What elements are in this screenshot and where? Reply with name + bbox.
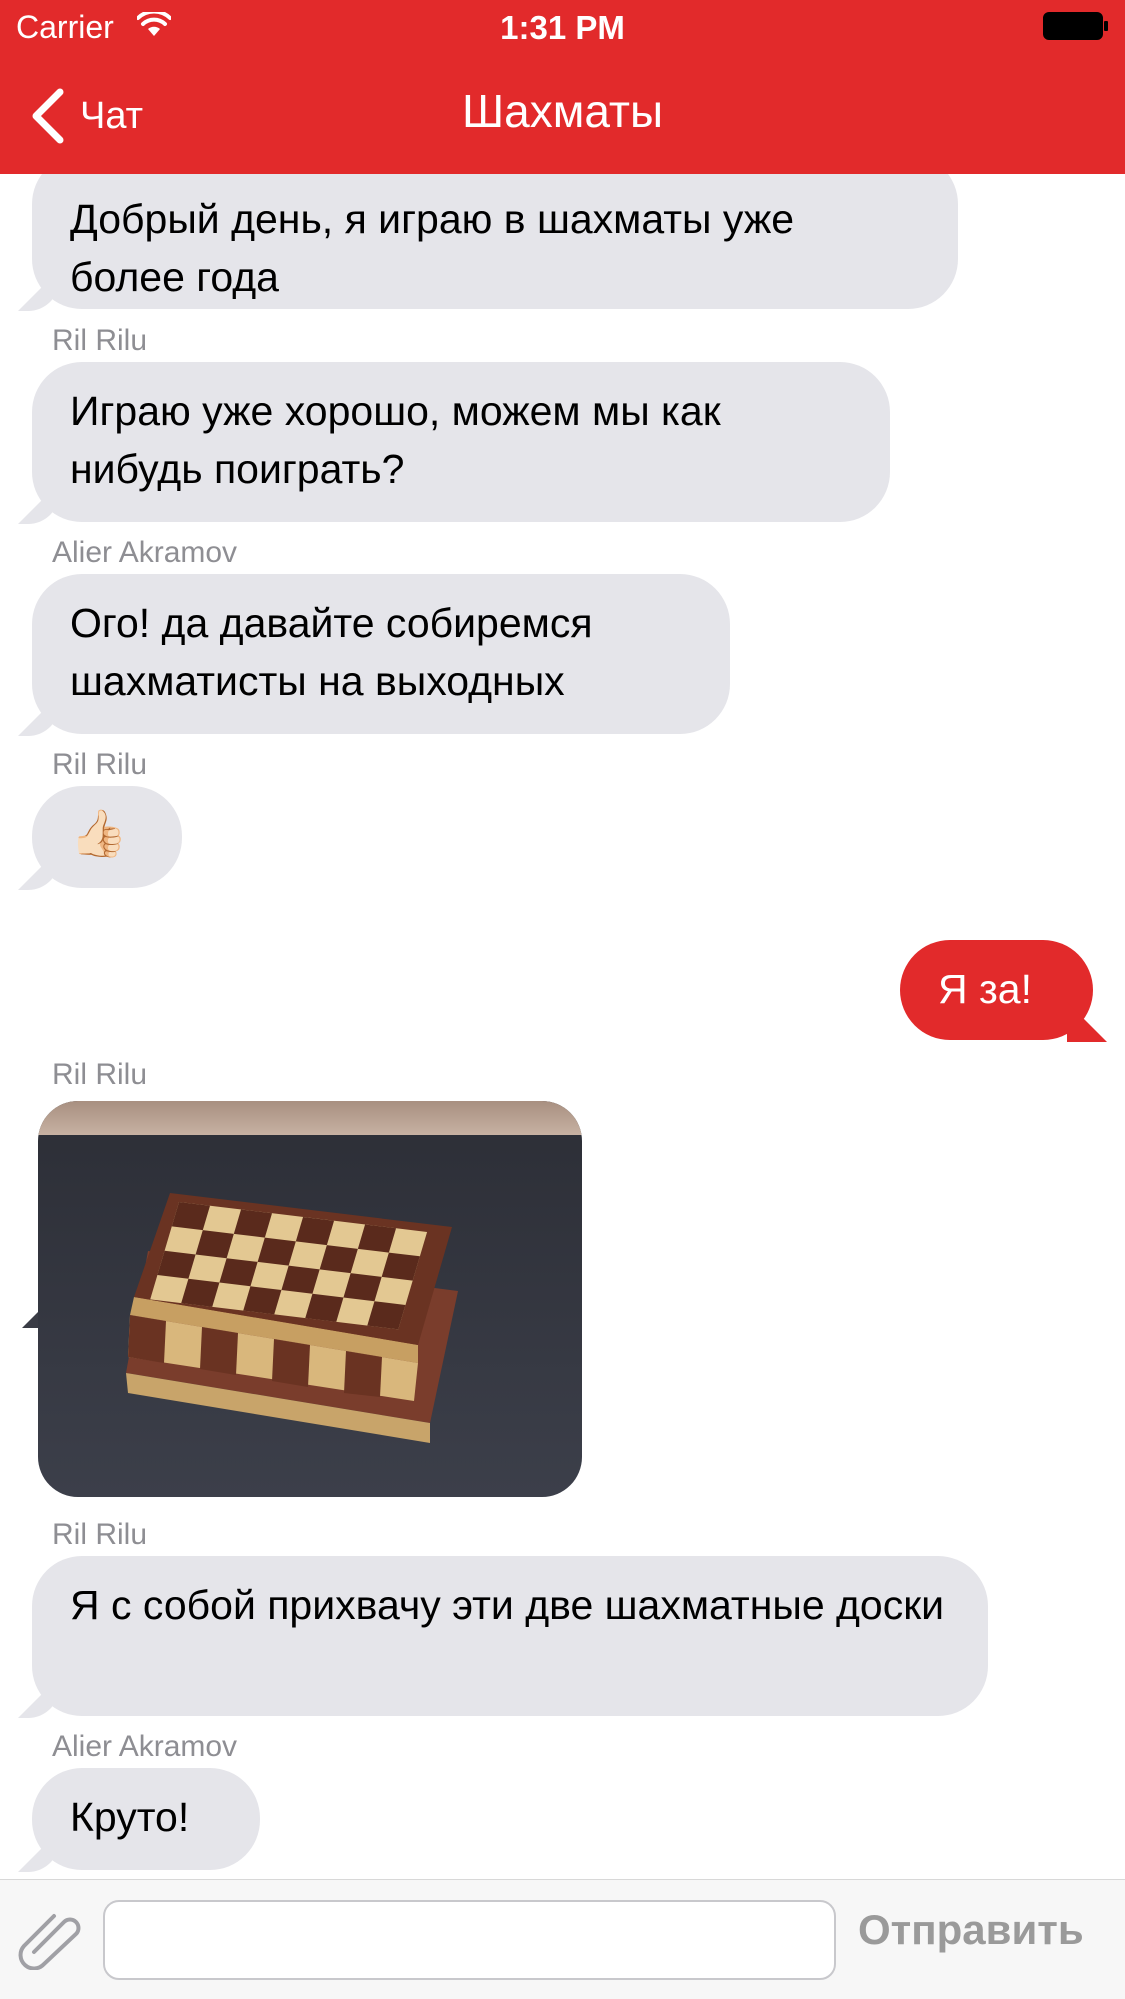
status-time: 1:31 PM bbox=[500, 9, 625, 46]
header: Carrier 1:31 PM Чат Шахматы bbox=[0, 0, 1125, 174]
message-bubble: Круто! bbox=[32, 1768, 260, 1870]
message-text: Я с собой прихвачу эти две шахматные дос… bbox=[70, 1582, 945, 1628]
message-bubble: Добрый день, я играю в шахматы уже более… bbox=[32, 174, 958, 309]
sender-name: Ril Rilu bbox=[52, 1058, 148, 1091]
sender-name: Alier Akramov bbox=[52, 1730, 238, 1763]
paperclip-icon[interactable] bbox=[18, 1910, 84, 1970]
sender-name: Ril Rilu bbox=[52, 1518, 148, 1551]
status-bar: Carrier 1:31 PM bbox=[0, 0, 1125, 56]
message-text: Добрый день, я играю в шахматы уже более… bbox=[70, 196, 795, 300]
message-text: Круто! bbox=[70, 1794, 190, 1840]
battery-icon bbox=[1043, 12, 1108, 40]
message-bubble: Играю уже хорошо, можем мы как нибудь по… bbox=[32, 362, 890, 522]
message-input-bar: Отправить bbox=[0, 1879, 1125, 1999]
sender-name: Alier Akramov bbox=[52, 536, 238, 569]
message-list[interactable]: Добрый день, я играю в шахматы уже более… bbox=[0, 174, 1125, 1879]
message-text: Ого! да давайте собиремся шахматисты на … bbox=[70, 600, 593, 704]
outgoing-message-bubble: Я за! bbox=[900, 940, 1093, 1040]
message-text: Я за! bbox=[938, 966, 1032, 1012]
message-bubble: 👍🏻 bbox=[32, 786, 182, 888]
page-title: Шахматы bbox=[461, 85, 664, 137]
sender-name: Ril Rilu bbox=[52, 748, 148, 781]
message-text-field[interactable] bbox=[103, 1900, 836, 1980]
message-text: Играю уже хорошо, можем мы как нибудь по… bbox=[70, 388, 721, 492]
send-button[interactable]: Отправить bbox=[858, 1906, 1084, 1954]
photo-message[interactable] bbox=[38, 1101, 582, 1497]
sender-name: Ril Rilu bbox=[52, 324, 148, 357]
message-bubble: Ого! да давайте собиремся шахматисты на … bbox=[32, 574, 730, 734]
message-bubble: Я с собой прихвачу эти две шахматные дос… bbox=[32, 1556, 988, 1716]
chessboard-photo bbox=[38, 1101, 582, 1497]
thumbs-up-emoji: 👍🏻 bbox=[70, 807, 128, 859]
